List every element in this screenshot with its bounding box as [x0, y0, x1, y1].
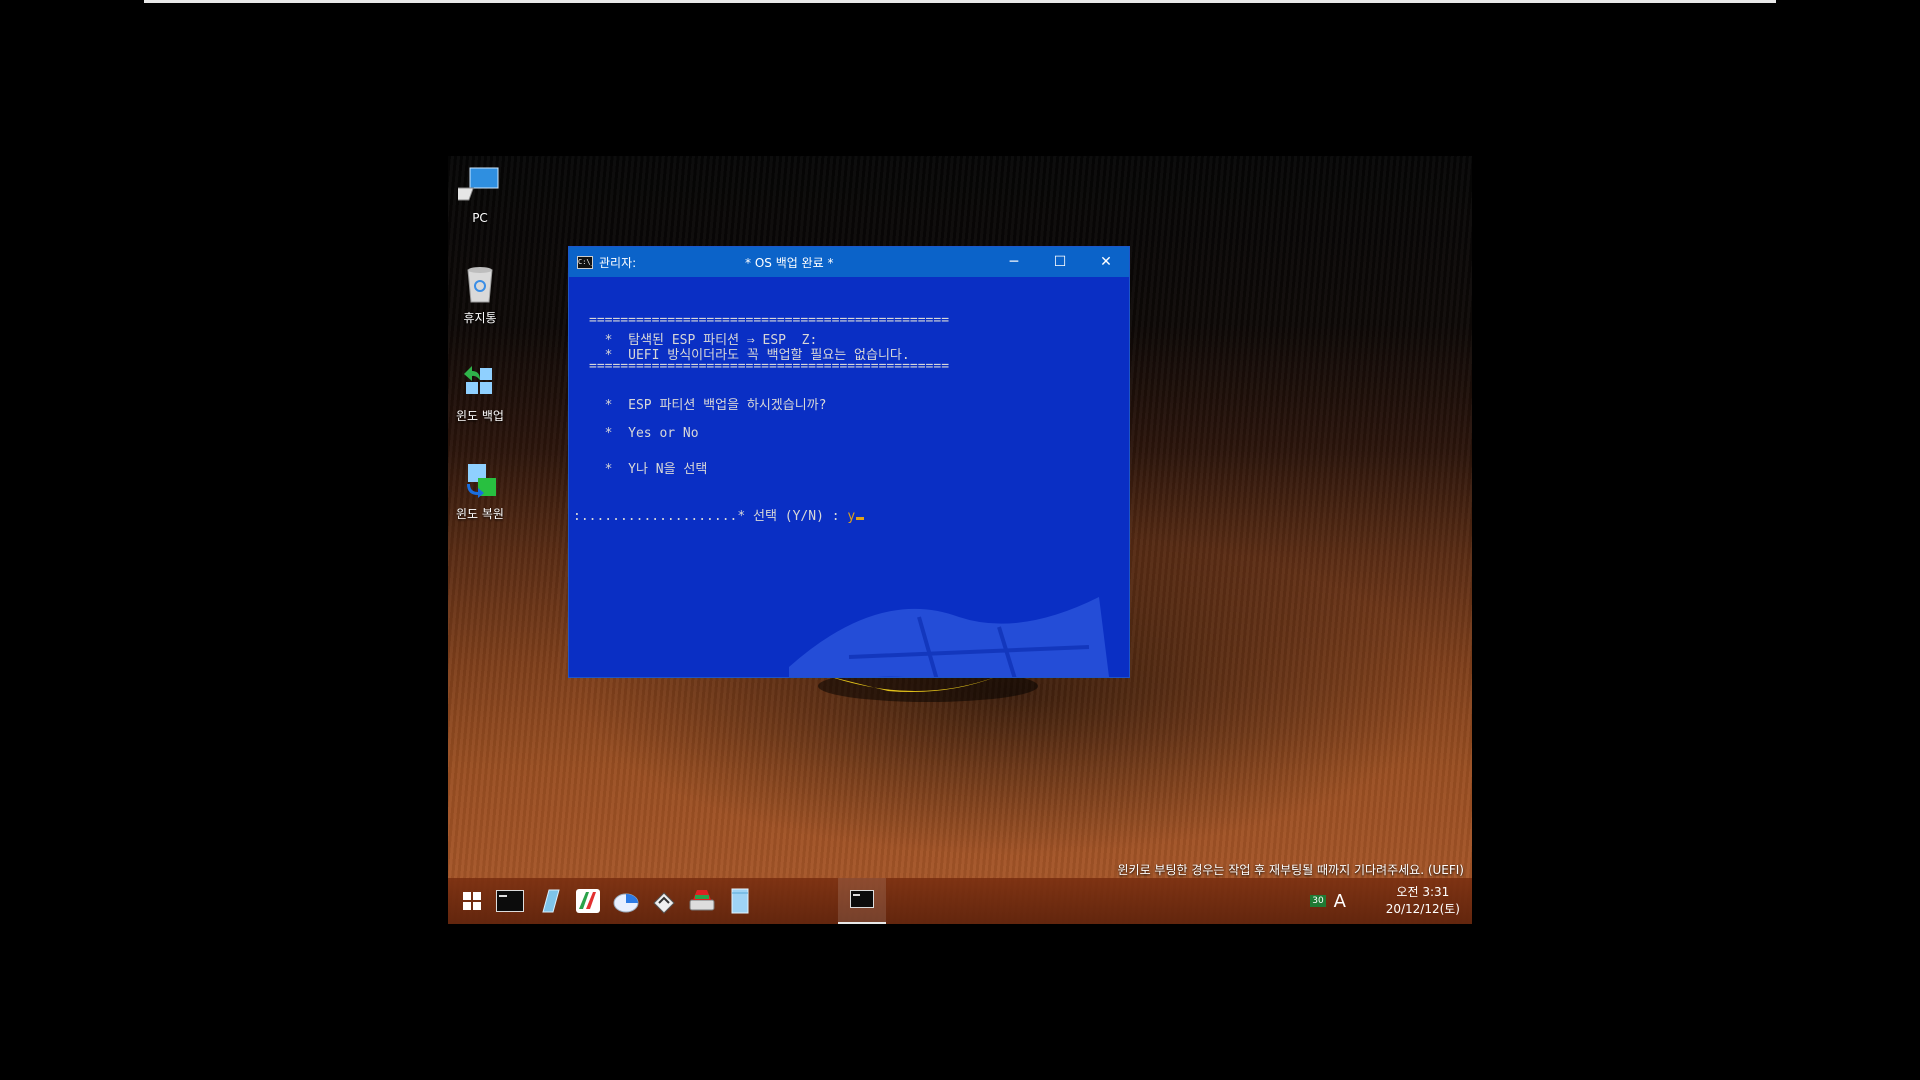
- console-windows-logo: [789, 597, 1109, 677]
- close-icon: ✕: [1100, 254, 1112, 270]
- console-line: ========================================…: [589, 359, 950, 374]
- start-button[interactable]: [456, 885, 488, 917]
- cmd-titlebar[interactable]: C:\_ 관리자: * OS 백업 완료 * ─ ☐ ✕: [569, 247, 1129, 277]
- minimize-button[interactable]: ─: [991, 247, 1037, 277]
- ime-indicator[interactable]: A: [1334, 891, 1346, 912]
- close-button[interactable]: ✕: [1083, 247, 1129, 277]
- disk-chart-icon: [613, 893, 639, 913]
- backup-icon: [458, 360, 502, 404]
- console-input[interactable]: y: [847, 509, 855, 524]
- maximize-icon: ☐: [1053, 254, 1067, 270]
- taskbar-app-disk-manager[interactable]: [648, 885, 680, 917]
- drive-tool-icon: [689, 890, 715, 911]
- disk-manager-icon: [653, 892, 675, 914]
- cmd-title-left: 관리자:: [599, 255, 637, 270]
- desktop-icon-label: 윈도 복원: [456, 507, 504, 521]
- system-tray: 30 A: [1310, 878, 1346, 924]
- partition-tool-icon: [576, 889, 600, 913]
- desktop-icon-pc[interactable]: PC: [448, 164, 520, 225]
- console-prompt: :....................* 선택 (Y/N) :: [573, 509, 848, 524]
- console-cursor: [856, 517, 865, 520]
- cmd-icon: [496, 890, 524, 912]
- desktop-icon-backup[interactable]: 윈도 백업: [448, 360, 520, 424]
- desktop-icon-label: 윈도 백업: [456, 409, 504, 423]
- taskbar-app-document[interactable]: [724, 885, 756, 917]
- console-line: ========================================…: [589, 313, 950, 328]
- clock-date: 20/12/12(토): [1385, 902, 1460, 916]
- taskbar-app-disk-chart[interactable]: [610, 885, 642, 917]
- taskbar-app-partition-tool[interactable]: [572, 885, 604, 917]
- console-line: * Y나 N을 선택: [589, 462, 708, 477]
- top-border-line: [144, 0, 1776, 3]
- maximize-button[interactable]: ☐: [1037, 247, 1083, 277]
- vm-screen: PC 휴지통 윈도 백업 윈도 복원 C:\ 관리자: * OS 백업 완료 *…: [448, 156, 1472, 924]
- tray-badge[interactable]: 30: [1310, 895, 1326, 907]
- cmd-window-icon: C:\_: [577, 255, 593, 269]
- desktop-icon-restore[interactable]: 윈도 복원: [448, 458, 520, 522]
- desktop-icon-label: 휴지통: [463, 311, 497, 325]
- console-line: * Yes or No: [589, 426, 699, 441]
- restore-icon: [458, 458, 502, 502]
- taskbar-app-drive-tool[interactable]: [686, 885, 718, 917]
- desktop-icon-recycle-bin[interactable]: 휴지통: [448, 262, 520, 326]
- taskbar-app-notepad[interactable]: [534, 885, 566, 917]
- taskbar: 30 A 오전 3:31 20/12/12(토): [448, 878, 1472, 924]
- cmd-icon: [850, 890, 874, 908]
- document-icon: [731, 888, 749, 914]
- boot-hint-text: 윈키로 부팅한 경우는 작업 후 재부팅될 때까지 기다려주세요. (UEFI): [1117, 863, 1464, 877]
- console-prompt-line[interactable]: :....................* 선택 (Y/N) : y: [573, 505, 865, 524]
- start-icon: [463, 892, 481, 910]
- notepad-icon: [542, 889, 560, 913]
- cmd-title-center: * OS 백업 완료 *: [745, 255, 834, 270]
- cmd-console[interactable]: ========================================…: [569, 277, 1129, 677]
- minimize-icon: ─: [1009, 254, 1019, 270]
- taskbar-app-cmd[interactable]: [494, 885, 526, 917]
- computer-icon: [448, 164, 502, 208]
- taskbar-running-cmd[interactable]: [838, 878, 886, 924]
- desktop-icon-label: PC: [472, 211, 488, 225]
- cmd-window[interactable]: C:\_ 관리자: * OS 백업 완료 * ─ ☐ ✕ ===========…: [568, 246, 1130, 678]
- clock[interactable]: 오전 3:31 20/12/12(토): [1386, 884, 1460, 918]
- clock-time: 오전 3:31: [1396, 885, 1450, 899]
- console-line: * ESP 파티션 백업을 하시겠습니까?: [589, 398, 827, 413]
- recycle-bin-icon: [458, 262, 502, 306]
